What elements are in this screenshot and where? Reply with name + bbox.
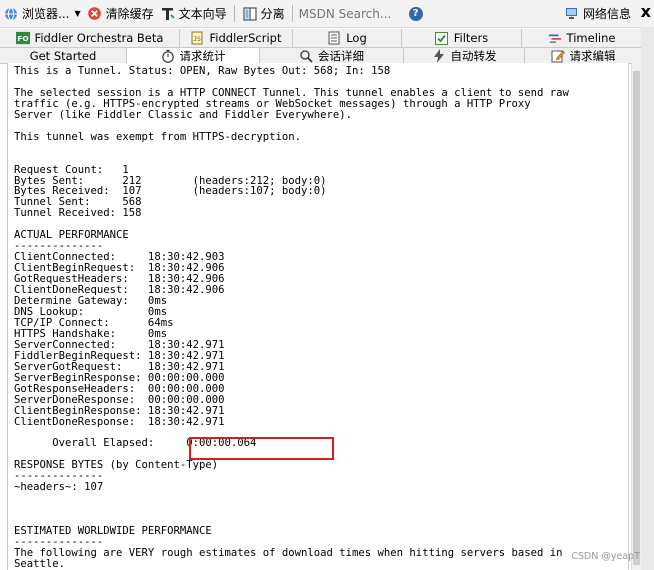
tab-label: 自动转发 xyxy=(450,48,497,63)
close-icon[interactable]: x xyxy=(641,2,651,21)
chevron-down-icon: ▼ xyxy=(74,9,81,18)
toolbar: 浏览器... ▼ 清除缓存 文本向导 分离 ? 网络信息 x xyxy=(0,0,654,28)
tab-label: Filters xyxy=(453,31,489,45)
watermark: CSDN @yeapT xyxy=(571,551,640,562)
clear-cache-label: 清除缓存 xyxy=(105,7,154,21)
split-label: 分离 xyxy=(260,7,285,21)
tab-composer[interactable]: 请求编辑 xyxy=(525,48,641,64)
fiddler-orchestra-icon: FO xyxy=(15,31,30,45)
tab-fiddler-orchestra[interactable]: FO Fiddler Orchestra Beta xyxy=(0,29,180,48)
toolbar-divider xyxy=(291,5,293,22)
globe-icon xyxy=(3,6,19,22)
help-icon[interactable]: ? xyxy=(408,6,423,21)
statistics-panel: This is a Tunnel. Status: OPEN, Raw Byte… xyxy=(7,63,629,570)
toolbar-divider xyxy=(233,5,235,22)
tab-inspectors[interactable]: 会话详细 xyxy=(260,48,404,64)
inspectors-icon xyxy=(299,49,313,63)
tab-label: Get Started xyxy=(29,48,97,63)
tab-label: FiddlerScript xyxy=(209,31,282,45)
msdn-search-input[interactable] xyxy=(296,4,407,23)
tab-row-bottom: Get Started 请求统计 会话详细 自动转发 请求编辑 xyxy=(0,48,641,64)
statistics-report-text[interactable]: This is a Tunnel. Status: OPEN, Raw Byte… xyxy=(8,63,628,570)
tab-label: 请求编辑 xyxy=(569,48,616,63)
tab-log[interactable]: Log xyxy=(293,29,402,48)
tab-label: Log xyxy=(346,31,367,45)
svg-text:JS: JS xyxy=(193,35,201,43)
tab-label: Timeline xyxy=(566,31,616,45)
composer-icon xyxy=(551,49,565,63)
tab-row-top: FO Fiddler Orchestra Beta JS FiddlerScri… xyxy=(0,29,641,48)
tab-filters[interactable]: Filters xyxy=(402,29,522,48)
browser-dropdown[interactable]: 浏览器... ▼ xyxy=(0,0,84,27)
script-icon: JS xyxy=(191,31,205,45)
text-wizard-label: 文本向导 xyxy=(178,7,227,21)
network-info-label: 网络信息 xyxy=(582,7,631,21)
scrollbar-thumb[interactable] xyxy=(633,71,640,565)
tab-fiddlerscript[interactable]: JS FiddlerScript xyxy=(180,29,293,48)
tab-autoresponder[interactable]: 自动转发 xyxy=(404,48,525,64)
tab-statistics[interactable]: 请求统计 xyxy=(127,48,260,64)
tab-label: 会话详细 xyxy=(318,48,364,63)
stopwatch-icon xyxy=(161,49,175,63)
filter-checkbox-icon xyxy=(435,31,449,45)
overall-elapsed-highlight xyxy=(189,437,334,460)
tab-get-started[interactable]: Get Started xyxy=(0,48,127,64)
vertical-scrollbar[interactable] xyxy=(631,63,641,570)
lightning-icon xyxy=(432,48,446,63)
split-icon xyxy=(242,6,258,22)
tab-timeline[interactable]: Timeline xyxy=(522,29,641,48)
log-icon xyxy=(327,31,341,45)
network-icon xyxy=(564,6,580,22)
timeline-icon xyxy=(548,31,562,45)
text-wizard-button[interactable]: 文本向导 xyxy=(157,0,230,27)
tab-label: Fiddler Orchestra Beta xyxy=(34,31,164,45)
split-button[interactable]: 分离 xyxy=(239,0,288,27)
clear-cache-icon xyxy=(87,6,103,22)
text-wizard-icon xyxy=(160,6,176,22)
tab-label: 请求统计 xyxy=(179,48,226,63)
window-edge xyxy=(641,27,654,570)
network-info-button[interactable]: 网络信息 xyxy=(561,0,634,27)
svg-text:FO: FO xyxy=(17,34,28,43)
browser-label: 浏览器... xyxy=(22,7,70,21)
clear-cache-button[interactable]: 清除缓存 xyxy=(84,0,157,27)
